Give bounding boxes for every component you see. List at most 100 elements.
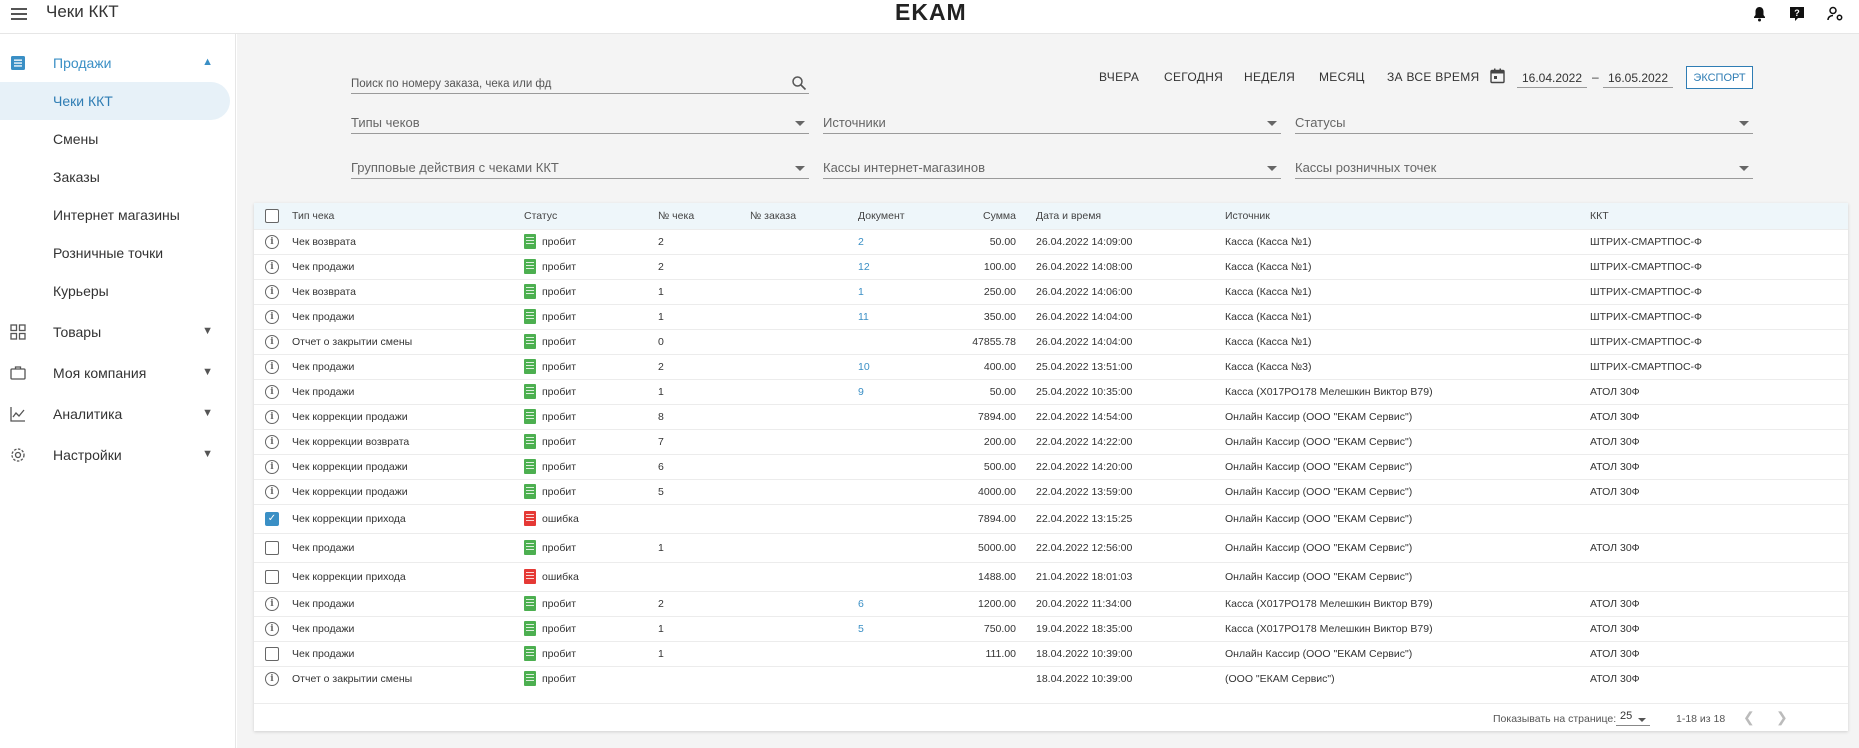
sidebar-item-online-shops[interactable]: Интернет магазины [0, 196, 235, 234]
group-actions-select[interactable]: Групповые действия с чеками ККТ [351, 155, 809, 179]
row-select-cell [254, 640, 292, 666]
sources-select[interactable]: Источники [823, 110, 1281, 134]
sidebar-item-receipts[interactable]: Чеки ККТ [0, 82, 230, 120]
notifications-bell-icon[interactable] [1749, 4, 1769, 24]
row-checkbox-checked[interactable]: ✓ [265, 511, 279, 526]
table-row[interactable]: Чек продажи пробит 1 111.00 18.04.2022 10:39… [254, 640, 1848, 666]
period-all-time[interactable]: ЗА ВСЕ ВРЕМЯ [1387, 70, 1479, 84]
statuses-select[interactable]: Статусы [1295, 110, 1753, 134]
user-settings-icon[interactable] [1825, 4, 1845, 24]
row-checkbox[interactable] [265, 646, 279, 661]
cell-document-link[interactable]: 2 [858, 228, 948, 254]
col-document[interactable]: Документ [858, 203, 948, 229]
cell-document-link[interactable] [858, 428, 948, 454]
select-all-checkbox[interactable] [265, 208, 279, 223]
period-month[interactable]: МЕСЯЦ [1319, 70, 1365, 84]
info-icon[interactable]: i [265, 259, 279, 274]
info-icon[interactable]: i [265, 434, 279, 449]
sidebar-group-products[interactable]: Товары ▼ [0, 313, 235, 351]
cell-document-link[interactable]: 6 [858, 590, 948, 616]
retail-cashes-select[interactable]: Кассы розничных точек [1295, 155, 1753, 179]
table-row[interactable]: i Чек продажи пробит 1 11 350.00 26.04.2022 14… [254, 303, 1848, 329]
cell-document-link[interactable] [858, 665, 948, 691]
sidebar-item-orders[interactable]: Заказы [0, 158, 235, 196]
next-page-icon[interactable]: ❯ [1776, 709, 1788, 726]
row-checkbox[interactable] [265, 569, 279, 584]
info-icon[interactable]: i [265, 234, 279, 249]
col-order-no[interactable]: № заказа [750, 203, 858, 229]
calendar-icon[interactable] [1490, 68, 1505, 89]
online-cashes-select[interactable]: Кассы интернет-магазинов [823, 155, 1281, 179]
date-from-input[interactable]: 16.04.2022 [1517, 68, 1587, 88]
cell-document-link[interactable] [858, 328, 948, 354]
info-icon[interactable]: i [265, 284, 279, 299]
info-icon[interactable]: i [265, 384, 279, 399]
table-row[interactable]: ✓ Чек коррекции прихода ошибка 7894.00 22.04… [254, 503, 1848, 533]
col-receipt-no[interactable]: № чека [658, 203, 750, 229]
col-source[interactable]: Источник [1225, 203, 1590, 229]
sidebar-group-sales[interactable]: Продажи ▲ [0, 44, 235, 82]
search-input[interactable]: Поиск по номеру заказа, чека или фд [351, 70, 809, 94]
row-checkbox[interactable] [265, 540, 279, 555]
col-type[interactable]: Тип чека [292, 203, 524, 229]
cell-document-link[interactable] [858, 478, 948, 504]
table-row[interactable]: i Чек коррекции продажи пробит 5 4000.00 22.0… [254, 478, 1848, 504]
table-row[interactable]: i Чек продажи пробит 2 10 400.00 25.04.2022 13… [254, 353, 1848, 379]
table-row[interactable]: i Чек возврата пробит 2 2 50.00 26.04.2022 14:… [254, 228, 1848, 254]
cell-document-link[interactable]: 5 [858, 615, 948, 641]
cell-document-link[interactable] [858, 453, 948, 479]
col-sum[interactable]: Сумма [948, 203, 1036, 229]
info-icon[interactable]: i [265, 409, 279, 424]
col-datetime[interactable]: Дата и время [1036, 203, 1225, 229]
sidebar-group-settings[interactable]: Настройки ▼ [0, 436, 235, 474]
table-row[interactable]: Чек продажи пробит 1 5000.00 22.04.2022 12:5… [254, 532, 1848, 562]
cell-document-link[interactable]: 9 [858, 378, 948, 404]
sidebar-group-company[interactable]: Моя компания ▼ [0, 354, 235, 392]
table-row[interactable]: i Чек возврата пробит 1 1 250.00 26.04.2022 14… [254, 278, 1848, 304]
cell-document-link[interactable]: 12 [858, 253, 948, 279]
info-icon[interactable]: i [265, 309, 279, 324]
period-yesterday[interactable]: ВЧЕРА [1099, 70, 1139, 84]
table-row[interactable]: i Чек коррекции продажи пробит 6 500.00 22.04… [254, 453, 1848, 479]
cell-document-link[interactable]: 11 [858, 303, 948, 329]
table-row[interactable]: i Чек коррекции продажи пробит 8 7894.00 22.0… [254, 403, 1848, 429]
info-icon[interactable]: i [265, 459, 279, 474]
col-status[interactable]: Статус [524, 203, 658, 229]
sidebar-item-couriers[interactable]: Курьеры [0, 272, 235, 310]
col-kkt[interactable]: ККТ [1590, 203, 1848, 229]
sidebar-item-retail-points[interactable]: Розничные точки [0, 234, 235, 272]
table-row[interactable]: i Чек продажи пробит 2 12 100.00 26.04.2022 14… [254, 253, 1848, 279]
table-row[interactable]: Чек коррекции прихода ошибка 1488.00 21.04.… [254, 561, 1848, 591]
info-icon[interactable]: i [265, 621, 279, 636]
cell-document-link[interactable] [858, 640, 948, 666]
table-row[interactable]: i Чек продажи пробит 1 5 750.00 19.04.2022 18:… [254, 615, 1848, 641]
help-icon[interactable]: ? [1787, 4, 1807, 24]
hamburger-menu-icon[interactable] [11, 8, 27, 22]
table-row[interactable]: i Отчет о закрытии смены пробит 18.04.2022 … [254, 665, 1848, 691]
sidebar-group-analytics[interactable]: Аналитика ▼ [0, 395, 235, 433]
cell-document-link[interactable]: 10 [858, 353, 948, 379]
date-to-input[interactable]: 16.05.2022 [1603, 68, 1673, 88]
info-icon[interactable]: i [265, 359, 279, 374]
search-icon[interactable] [791, 75, 807, 91]
period-week[interactable]: НЕДЕЛЯ [1244, 70, 1295, 84]
table-row[interactable]: i Отчет о закрытии смены пробит 0 47855.78 26… [254, 328, 1848, 354]
cell-document-link[interactable] [858, 503, 948, 533]
info-icon[interactable]: i [265, 484, 279, 499]
table-row[interactable]: i Чек коррекции возврата пробит 7 200.00 22.0… [254, 428, 1848, 454]
table-row[interactable]: i Чек продажи пробит 1 9 50.00 25.04.2022 10:3… [254, 378, 1848, 404]
info-icon[interactable]: i [265, 671, 279, 686]
cell-document-link[interactable] [858, 561, 948, 591]
rows-per-page-select[interactable]: 25 [1616, 710, 1650, 726]
cell-document-link[interactable] [858, 532, 948, 562]
period-today[interactable]: СЕГОДНЯ [1164, 70, 1223, 84]
table-row[interactable]: i Чек продажи пробит 2 6 1200.00 20.04.2022 11… [254, 590, 1848, 616]
receipt-types-select[interactable]: Типы чеков [351, 110, 809, 134]
prev-page-icon[interactable]: ❮ [1743, 709, 1755, 726]
export-button[interactable]: ЭКСПОРТ [1686, 66, 1753, 89]
cell-document-link[interactable] [858, 403, 948, 429]
sidebar-item-shifts[interactable]: Смены [0, 120, 235, 158]
cell-document-link[interactable]: 1 [858, 278, 948, 304]
info-icon[interactable]: i [265, 334, 279, 349]
info-icon[interactable]: i [265, 596, 279, 611]
